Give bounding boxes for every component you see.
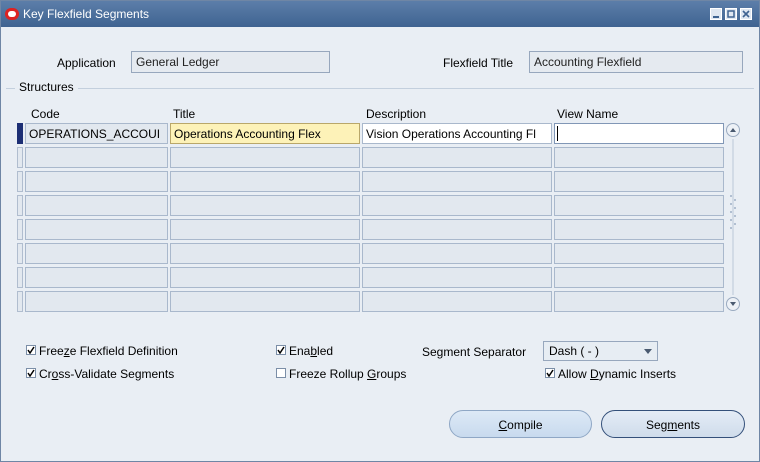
allow-dynamic-inserts-label: Allow Dynamic Inserts [558,367,677,381]
view-name-cell[interactable] [554,243,724,264]
description-cell[interactable] [362,171,552,192]
structures-group-title: Structures [15,80,78,94]
cross-validate-checkbox[interactable] [26,368,36,378]
freeze-flexfield-checkbox[interactable] [26,345,36,355]
title-cell[interactable]: Operations Accounting Flex [170,123,360,144]
application-field[interactable]: General Ledger [131,51,330,73]
code-cell[interactable] [25,243,168,264]
window-title: Key Flexfield Segments [23,7,150,21]
code-cell[interactable] [25,171,168,192]
record-indicator[interactable] [17,267,23,288]
record-indicator[interactable] [17,147,23,168]
view-name-cell[interactable] [554,291,724,312]
description-cell[interactable]: Vision Operations Accounting Fl [362,123,552,144]
view-name-cell[interactable] [554,219,724,240]
description-cell[interactable] [362,267,552,288]
scroll-up-button[interactable] [726,123,740,137]
segment-separator-select[interactable]: Dash ( - ) [543,341,658,361]
record-indicator[interactable] [17,291,23,312]
scroll-down-button[interactable] [726,297,740,311]
dropdown-arrow-icon[interactable] [644,349,652,354]
code-cell[interactable] [25,219,168,240]
title-cell[interactable] [170,219,360,240]
description-cell[interactable] [362,291,552,312]
view-name-cell[interactable] [554,267,724,288]
description-cell[interactable] [362,243,552,264]
flexfield-title-field[interactable]: Accounting Flexfield [529,51,743,73]
description-cell[interactable] [362,195,552,216]
text-cursor [557,126,558,141]
record-indicator[interactable] [17,195,23,216]
code-cell[interactable] [25,195,168,216]
current-record-indicator[interactable] [17,123,23,144]
title-cell[interactable] [170,147,360,168]
column-header-title: Title [173,107,196,121]
scroll-grip-icon[interactable] [729,193,737,233]
title-cell[interactable] [170,243,360,264]
cross-validate-label: Cross-Validate Segments [39,367,175,381]
title-cell[interactable] [170,291,360,312]
description-cell[interactable] [362,147,552,168]
freeze-flexfield-label: Freeze Flexfield Definition [39,344,178,358]
code-cell[interactable] [25,291,168,312]
enabled-checkbox[interactable] [276,345,286,355]
view-name-cell[interactable] [554,195,724,216]
title-cell[interactable] [170,171,360,192]
column-header-description: Description [366,107,427,121]
minimize-button[interactable] [710,8,722,20]
code-cell[interactable]: OPERATIONS_ACCOUI [25,123,168,144]
allow-dynamic-inserts-checkbox[interactable] [545,368,555,378]
record-indicator[interactable] [17,219,23,240]
view-name-cell[interactable] [554,171,724,192]
freeze-rollup-groups-label: Freeze Rollup Groups [289,367,407,381]
title-cell[interactable] [170,267,360,288]
code-cell[interactable] [25,147,168,168]
flexfield-title-label: Flexfield Title [443,56,514,70]
segment-separator-label: Segment Separator [422,345,527,359]
description-cell[interactable] [362,219,552,240]
column-header-code: Code [31,107,60,121]
title-bar: Key Flexfield Segments [1,1,759,27]
enabled-label: Enabled [289,344,334,358]
freeze-rollup-groups-checkbox[interactable] [276,368,286,378]
segment-separator-value: Dash ( - ) [549,344,600,358]
view-name-cell[interactable] [554,147,724,168]
compile-button[interactable]: Compile [449,410,592,438]
view-name-cell[interactable] [554,123,724,144]
column-header-view-name: View Name [557,107,619,121]
application-label: Application [57,56,116,70]
maximize-button[interactable] [725,8,737,20]
title-cell[interactable] [170,195,360,216]
code-cell[interactable] [25,267,168,288]
record-indicator[interactable] [17,243,23,264]
segments-button[interactable]: Segments [601,410,745,438]
record-indicator[interactable] [17,171,23,192]
oracle-logo-icon [5,8,19,20]
close-button[interactable] [740,8,752,20]
structures-scrollbar[interactable] [726,123,740,311]
key-flexfield-segments-window: Key Flexfield Segments Application Gener… [0,0,760,462]
